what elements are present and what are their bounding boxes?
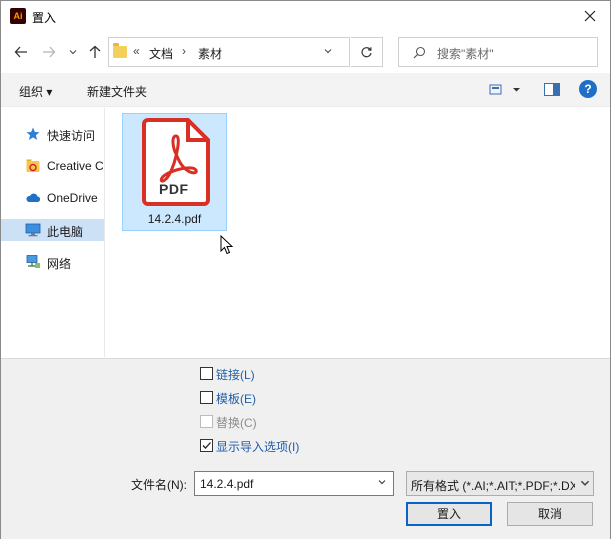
options-panel: 链接(L) 模板(E) 替换(C) 显示导入选项(I) 文件名(N): 14.2…: [1, 358, 610, 539]
preview-pane-icon: [544, 83, 560, 96]
arrow-left-icon: [14, 46, 27, 58]
filename-value: 14.2.4.pdf: [200, 477, 254, 491]
file-item[interactable]: PDF 14.2.4.pdf: [122, 113, 227, 231]
search-input[interactable]: 搜索"素材": [398, 37, 598, 67]
chevron-down-icon: [69, 50, 77, 55]
show-import-options-label[interactable]: 显示导入选项(I): [216, 438, 299, 455]
network-icon: [26, 255, 40, 268]
sidebar-item-label: OneDrive: [47, 191, 98, 205]
breadcrumb-documents[interactable]: 文档: [149, 45, 173, 62]
refresh-button[interactable]: [351, 37, 383, 67]
file-list: PDF 14.2.4.pdf: [106, 108, 610, 357]
help-icon[interactable]: ?: [579, 80, 597, 98]
link-label[interactable]: 链接(L): [216, 366, 255, 383]
breadcrumb-overflow[interactable]: «: [133, 44, 140, 58]
cloud-icon: [26, 193, 41, 202]
back-button[interactable]: [10, 39, 32, 65]
search-placeholder: 搜索"素材": [437, 47, 494, 61]
close-button[interactable]: [572, 2, 608, 30]
sidebar-item-label: 此电脑: [47, 225, 84, 239]
search-icon: [413, 46, 426, 59]
sidebar-item-onedrive[interactable]: OneDrive: [1, 187, 104, 209]
close-icon: [584, 10, 596, 22]
window-title: 置入: [32, 11, 57, 25]
preview-pane-button[interactable]: [544, 83, 560, 97]
sidebar-item-quick-access[interactable]: 快速访问: [1, 123, 104, 145]
new-folder-button[interactable]: 新建文件夹: [87, 83, 147, 100]
breadcrumb-separator[interactable]: ›: [182, 44, 186, 58]
computer-icon: [25, 223, 41, 237]
view-icon: [489, 84, 520, 95]
show-import-options-checkbox[interactable]: [200, 439, 213, 452]
chevron-down-icon[interactable]: [377, 477, 387, 487]
link-checkbox[interactable]: [200, 367, 213, 380]
checkmark-icon: [202, 442, 211, 449]
pdf-label: PDF: [159, 181, 189, 197]
up-button[interactable]: [84, 39, 106, 65]
address-bar[interactable]: « 文档 › 素材: [108, 37, 350, 67]
refresh-icon: [361, 46, 372, 57]
sidebar-item-network[interactable]: 网络: [1, 251, 104, 273]
place-dialog: Ai 置入 « 文档 › 素材 搜索"素材" 组织 ▾ 新建文件夹 ? 快速访问…: [0, 0, 611, 539]
title-bar: Ai 置入: [1, 1, 610, 32]
filename-label: 文件名(N):: [131, 478, 187, 492]
sidebar-item-label: Creative C: [47, 159, 104, 173]
file-name: 14.2.4.pdf: [147, 212, 202, 226]
forward-button[interactable]: [38, 39, 60, 65]
cancel-button[interactable]: 取消: [507, 502, 593, 526]
file-type-select[interactable]: 所有格式 (*.AI;*.AIT;*.PDF;*.DXF: [406, 471, 594, 496]
chevron-down-icon[interactable]: [323, 46, 333, 56]
replace-checkbox: [200, 415, 213, 428]
arrow-up-icon: [89, 45, 101, 58]
template-checkbox[interactable]: [200, 391, 213, 404]
mouse-cursor-icon: [220, 235, 234, 255]
filename-input[interactable]: 14.2.4.pdf: [194, 471, 394, 496]
replace-label: 替换(C): [216, 416, 257, 430]
chevron-down-icon: [579, 477, 591, 489]
recent-locations-button[interactable]: [62, 39, 84, 65]
sidebar-item-label: 网络: [47, 257, 72, 271]
template-label[interactable]: 模板(E): [216, 390, 256, 407]
creative-cloud-icon: [26, 159, 40, 172]
star-icon: [26, 127, 40, 140]
organize-menu[interactable]: 组织 ▾: [19, 83, 52, 100]
change-view-button[interactable]: [489, 83, 523, 97]
sidebar-item-this-pc[interactable]: 此电脑: [1, 219, 104, 241]
sidebar-item-label: 快速访问: [47, 129, 96, 143]
folder-icon: [113, 43, 127, 58]
breadcrumb-materials[interactable]: 素材: [198, 45, 222, 62]
toolbar: 组织 ▾ 新建文件夹 ?: [1, 73, 610, 107]
navigation-bar: « 文档 › 素材 搜索"素材": [1, 33, 610, 71]
navigation-pane: 快速访问 Creative C OneDrive 此电脑 网络: [1, 108, 105, 357]
illustrator-app-icon: Ai: [10, 8, 26, 24]
sidebar-item-creative-cloud[interactable]: Creative C: [1, 155, 104, 177]
place-button[interactable]: 置入: [406, 502, 492, 526]
arrow-right-icon: [43, 46, 56, 58]
file-type-value: 所有格式 (*.AI;*.AIT;*.PDF;*.DXF: [411, 479, 575, 493]
